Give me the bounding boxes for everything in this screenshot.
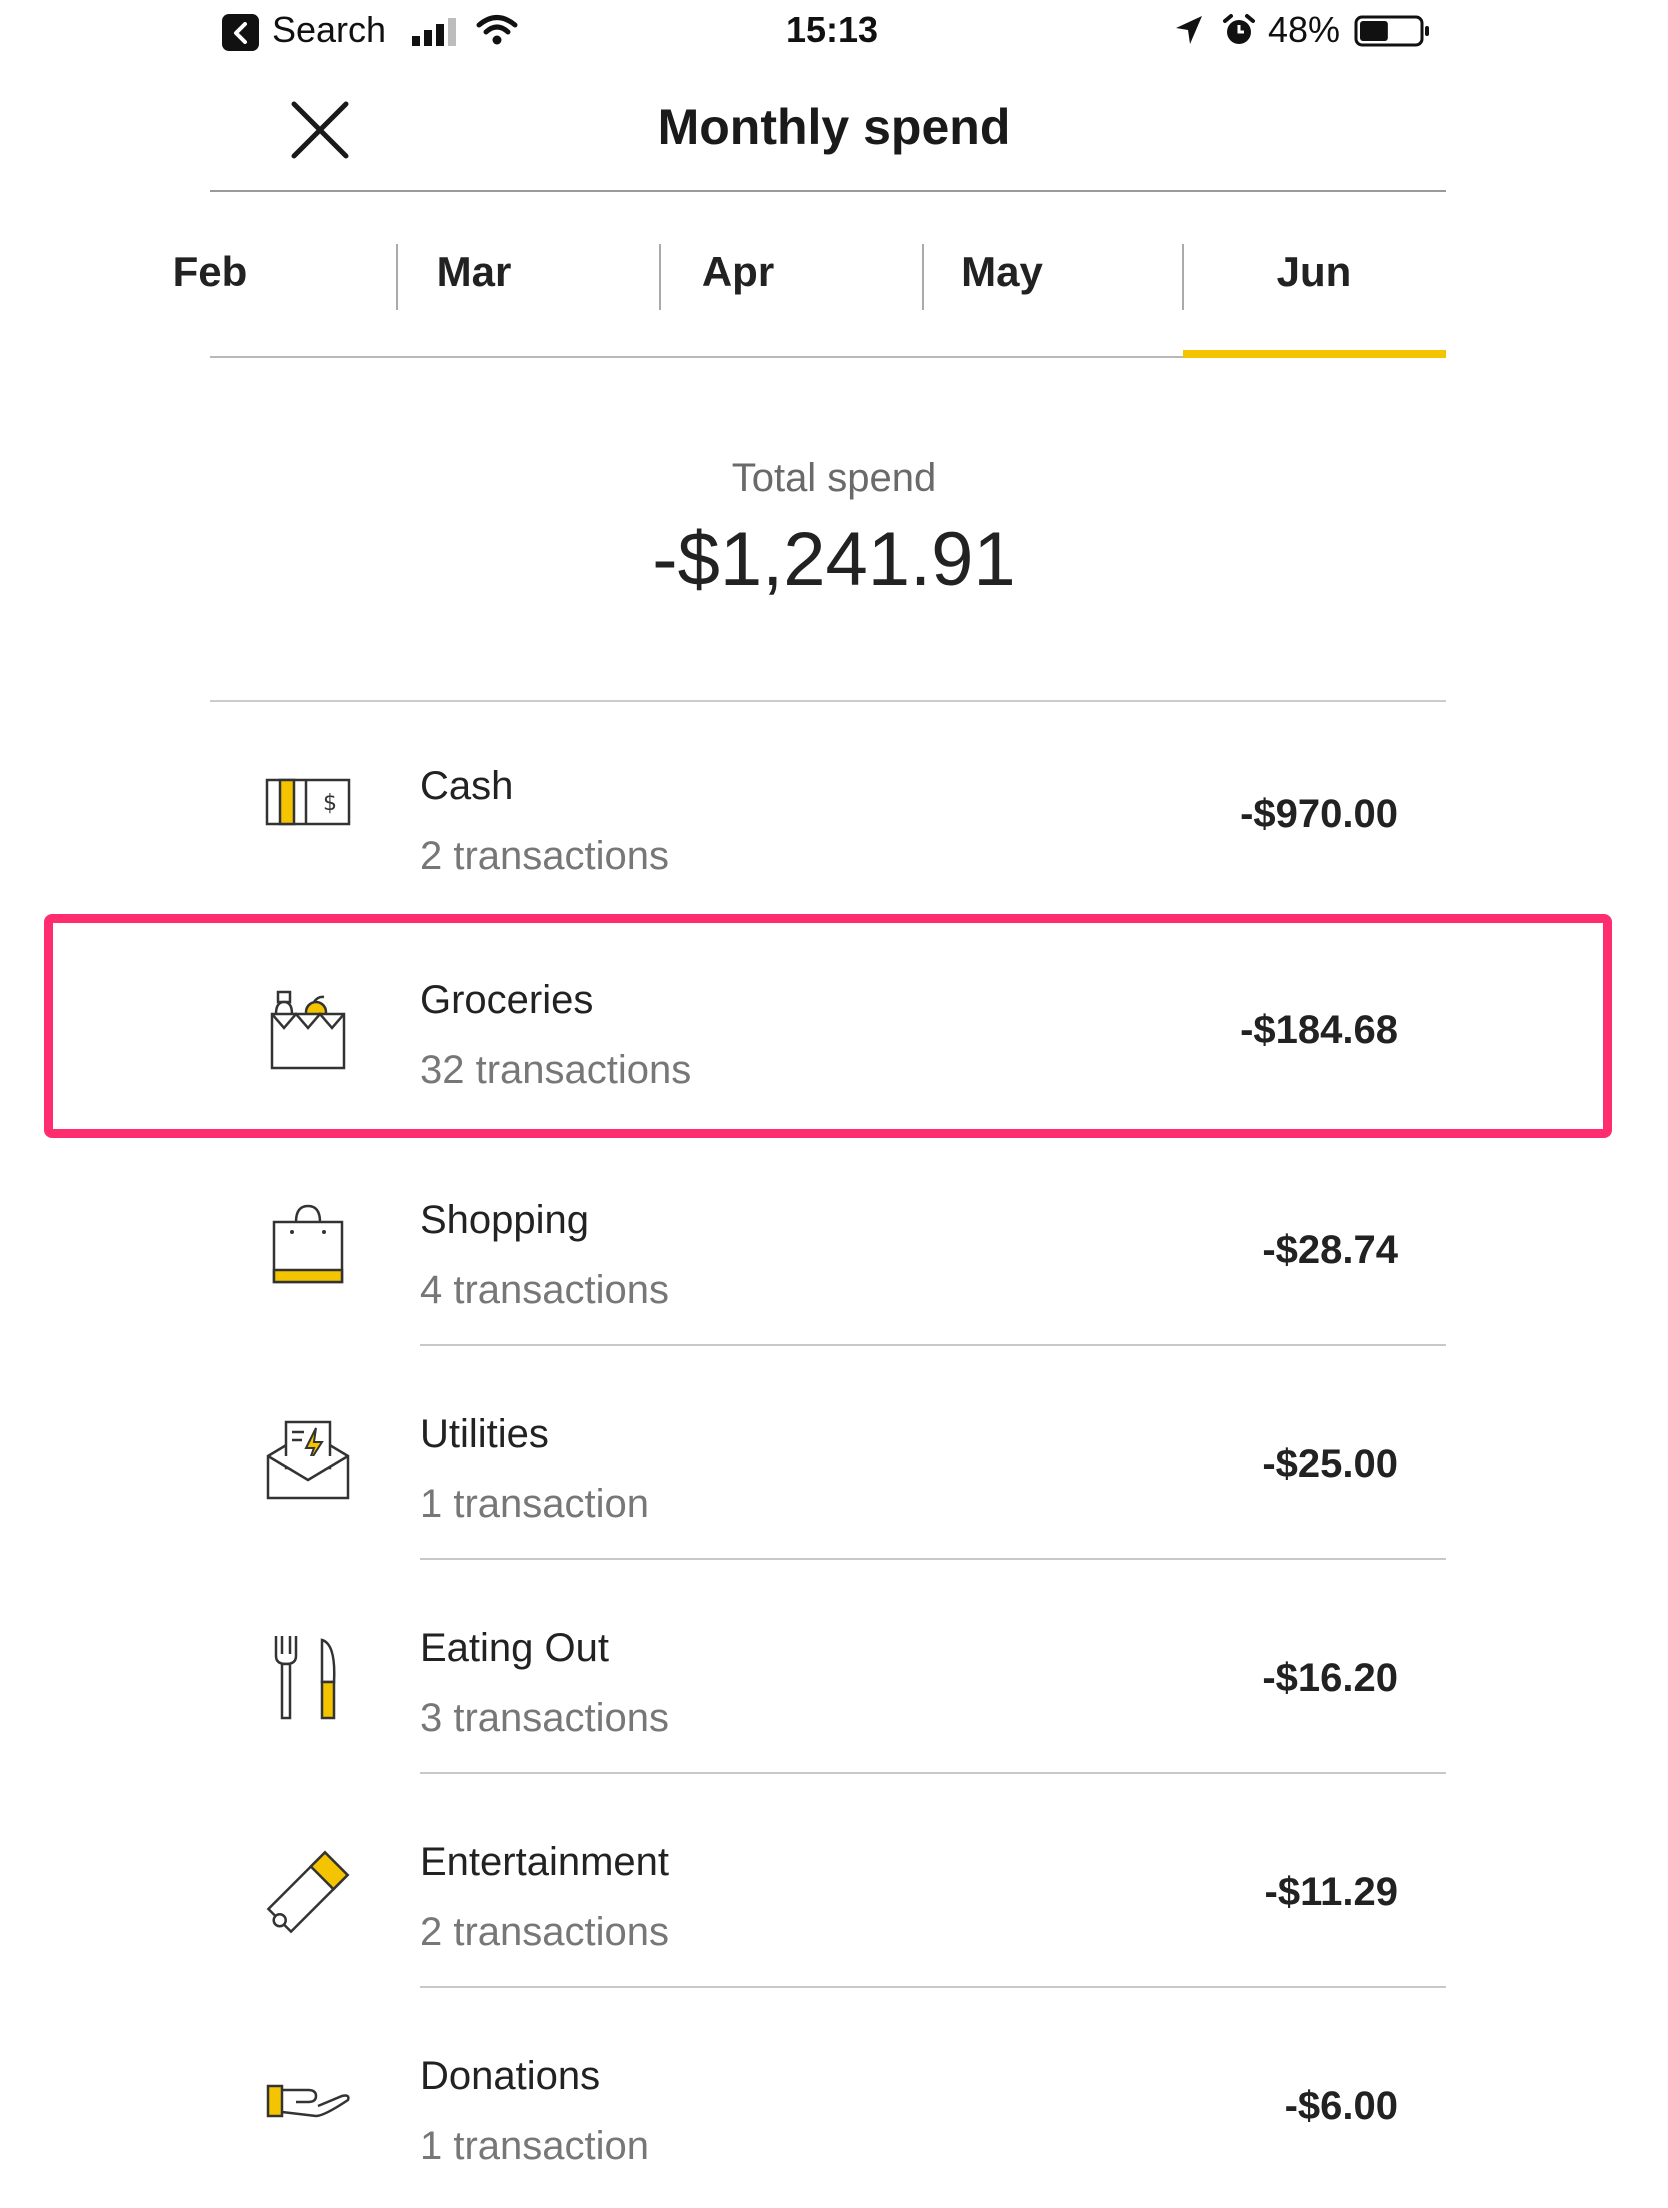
category-row-entertainment[interactable]: Entertainment 2 transactions -$11.29 <box>210 1774 1446 1988</box>
category-transaction-count: 3 transactions <box>420 1696 670 1740</box>
ticket-icon <box>266 1850 350 1934</box>
category-amount: -$16.20 <box>1262 1656 1398 1700</box>
tab-label: Apr <box>701 248 775 295</box>
category-amount: -$28.74 <box>1262 1228 1398 1272</box>
location-arrow-icon <box>1176 16 1202 44</box>
category-name: Eating Out <box>420 1626 610 1670</box>
category-amount: -$970.00 <box>1240 792 1398 836</box>
category-name: Utilities <box>420 1412 549 1456</box>
category-transaction-count: 2 transactions <box>420 834 670 878</box>
category-transaction-count: 1 transaction <box>420 2124 650 2168</box>
header-divider <box>210 190 1446 192</box>
back-to-search-icon[interactable] <box>222 14 259 51</box>
tab-mar[interactable]: Mar <box>342 242 606 356</box>
groceries-icon <box>270 990 346 1070</box>
category-row-utilities[interactable]: Utilities 1 transaction -$25.00 <box>210 1346 1446 1560</box>
active-tab-indicator <box>1183 350 1446 358</box>
wifi-icon <box>476 15 518 45</box>
tab-apr[interactable]: Apr <box>606 242 870 356</box>
battery-percentage: 48% <box>1268 9 1341 50</box>
tab-label: Jun <box>1276 248 1352 295</box>
category-amount: -$25.00 <box>1262 1442 1398 1486</box>
total-spend-label: Total spend <box>731 456 937 500</box>
category-row-eating-out[interactable]: Eating Out 3 transactions -$16.20 <box>210 1560 1446 1774</box>
tab-may[interactable]: May <box>870 242 1134 356</box>
category-name: Groceries <box>420 978 594 1022</box>
total-spend-value: -$1,241.91 <box>652 517 1016 602</box>
status-bar: Search 15:13 48% <box>0 0 1668 62</box>
category-transaction-count: 2 transactions <box>420 1910 670 1954</box>
category-row-cash[interactable]: $ Cash 2 transactions -$970.00 <box>210 702 1446 916</box>
tab-jun[interactable]: Jun <box>1182 242 1446 356</box>
giving-hand-icon <box>266 2084 350 2118</box>
tab-label: Feb <box>172 248 248 295</box>
back-app-label[interactable]: Search <box>272 9 386 51</box>
cellular-signal-icon <box>412 18 456 46</box>
page-title: Monthly spend <box>657 99 1011 155</box>
month-tabs: Feb Mar Apr May Jun <box>173 242 1446 356</box>
category-row-shopping[interactable]: Shopping 4 transactions -$28.74 <box>210 1132 1446 1346</box>
alarm-clock-icon <box>1223 14 1255 44</box>
clock: 15:13 <box>786 9 879 50</box>
category-transaction-count: 4 transactions <box>420 1268 670 1312</box>
cash-icon: $ <box>265 778 351 826</box>
category-amount: -$184.68 <box>1240 1008 1398 1052</box>
category-name: Shopping <box>420 1198 590 1242</box>
category-amount: -$11.29 <box>1264 1870 1398 1914</box>
category-name: Donations <box>420 2054 601 2098</box>
battery-icon <box>1354 15 1429 47</box>
utilities-bill-icon <box>266 1420 350 1500</box>
category-row-groceries[interactable]: Groceries 32 transactions -$184.68 <box>210 918 1446 1132</box>
tab-feb[interactable]: Feb <box>78 242 342 356</box>
category-name: Cash <box>420 764 514 808</box>
category-row-donations[interactable]: Donations 1 transaction -$6.00 <box>210 1988 1446 2202</box>
category-transaction-count: 32 transactions <box>420 1048 692 1092</box>
tab-label: Mar <box>436 248 512 295</box>
category-transaction-count: 1 transaction <box>420 1482 650 1526</box>
category-name: Entertainment <box>420 1840 670 1884</box>
tab-label: May <box>961 248 1043 295</box>
category-amount: -$6.00 <box>1284 2084 1398 2128</box>
svg-text:$: $ <box>323 791 337 816</box>
shopping-bag-icon <box>272 1204 344 1284</box>
fork-knife-icon <box>274 1636 336 1720</box>
